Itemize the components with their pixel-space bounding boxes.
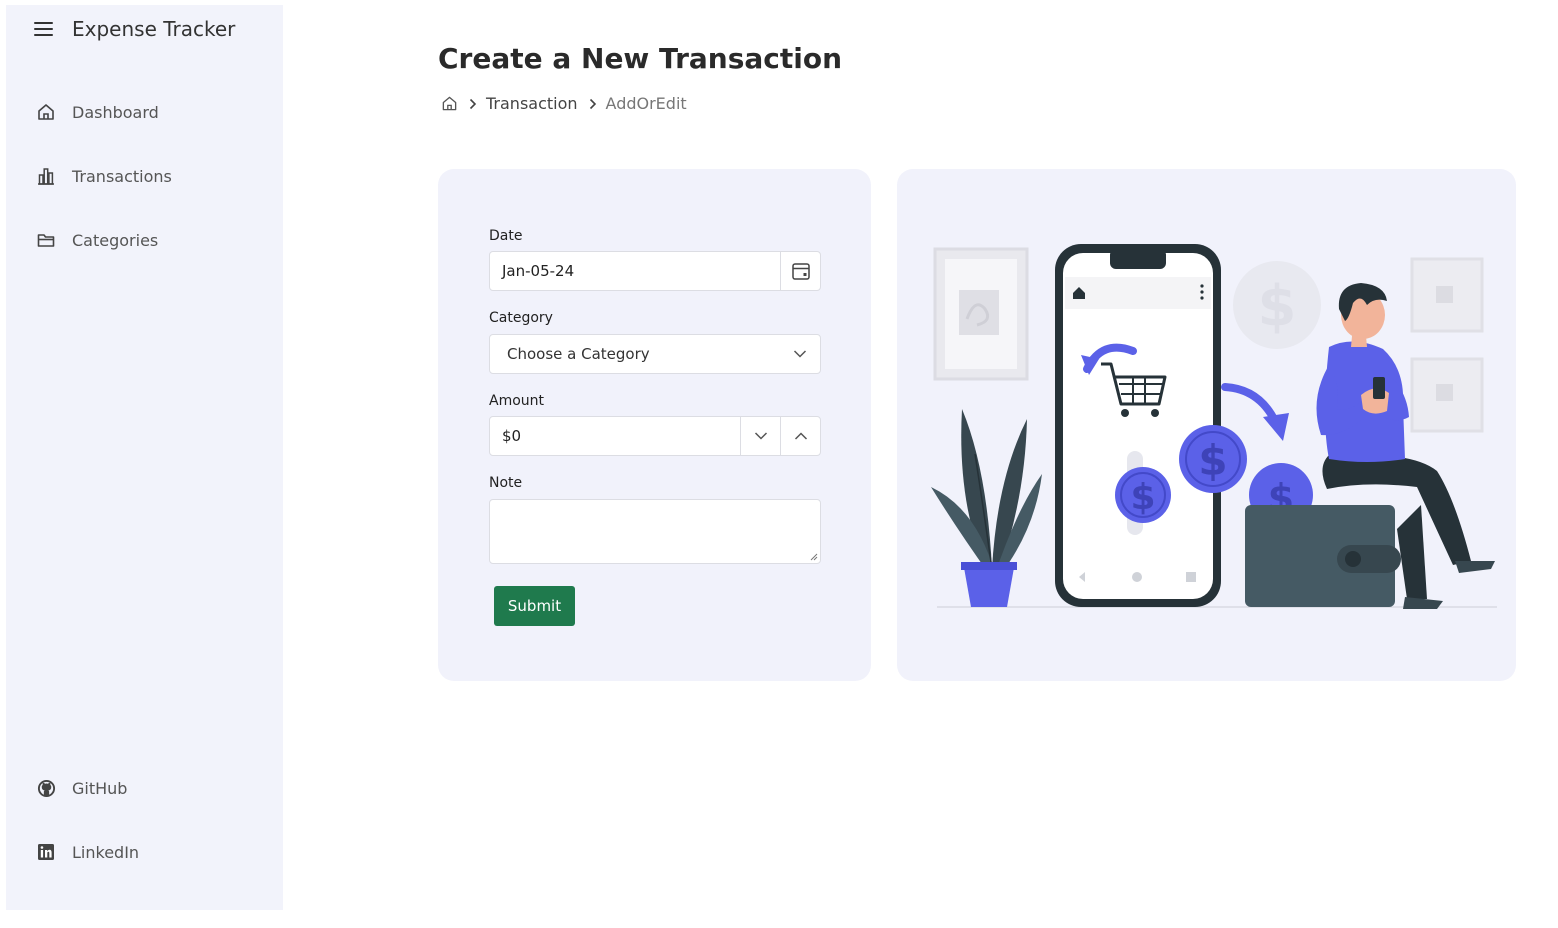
note-textarea[interactable] bbox=[489, 499, 821, 564]
breadcrumb-link-transaction[interactable]: Transaction bbox=[486, 94, 578, 113]
increment-button[interactable] bbox=[780, 417, 820, 455]
wall-frame-right-top bbox=[1410, 257, 1484, 333]
date-label: Date bbox=[489, 228, 523, 244]
coin-small: $ bbox=[1115, 467, 1171, 523]
wallet bbox=[1245, 505, 1401, 607]
sidebar-item-github[interactable]: GitHub bbox=[36, 778, 127, 798]
page-title: Create a New Transaction bbox=[438, 42, 843, 75]
category-select-value[interactable]: Choose a Category bbox=[490, 345, 780, 363]
phone bbox=[1055, 244, 1221, 607]
chevron-down-icon[interactable] bbox=[780, 349, 820, 359]
amount-stepper[interactable]: $0 bbox=[489, 416, 821, 456]
calendar-icon[interactable] bbox=[780, 252, 820, 290]
wall-frame-right-bottom bbox=[1410, 357, 1484, 433]
github-icon bbox=[36, 778, 56, 798]
amount-value[interactable]: $0 bbox=[490, 427, 740, 445]
chevron-up-icon bbox=[794, 432, 807, 440]
chevron-right-icon bbox=[468, 98, 478, 110]
date-value[interactable]: Jan-05-24 bbox=[490, 262, 780, 280]
svg-text:$: $ bbox=[1130, 477, 1155, 518]
wall-frame-left bbox=[933, 247, 1029, 381]
decrement-button[interactable] bbox=[740, 417, 780, 455]
menu-icon[interactable] bbox=[34, 22, 53, 36]
coin-large: $ bbox=[1179, 425, 1247, 493]
breadcrumb-home-icon[interactable] bbox=[441, 95, 458, 112]
sidebar-item-label: LinkedIn bbox=[72, 842, 140, 862]
amount-label: Amount bbox=[489, 393, 545, 409]
sidebar-item-transactions[interactable]: Transactions bbox=[36, 166, 172, 186]
sidebar-item-categories[interactable]: Categories bbox=[36, 230, 158, 250]
sidebar-item-dashboard[interactable]: Dashboard bbox=[36, 102, 159, 122]
resize-handle-icon[interactable] bbox=[809, 552, 818, 561]
linkedin-icon bbox=[36, 842, 56, 862]
sidebar-item-label: GitHub bbox=[72, 778, 128, 798]
svg-text:$: $ bbox=[1198, 436, 1227, 485]
bar-chart-icon bbox=[36, 166, 56, 186]
sidebar-item-label: Dashboard bbox=[72, 102, 159, 122]
category-label: Category bbox=[489, 310, 553, 326]
sidebar-item-linkedin[interactable]: LinkedIn bbox=[36, 842, 139, 862]
background-coin: $ bbox=[1233, 261, 1321, 349]
transaction-form: Date Jan-05-24 Category Choose a Categor… bbox=[438, 169, 871, 681]
plant bbox=[931, 409, 1042, 607]
brand: Expense Tracker bbox=[34, 17, 235, 41]
sidebar: Expense Tracker Dashboard Transactions C… bbox=[6, 5, 283, 910]
breadcrumb-current: AddOrEdit bbox=[605, 94, 687, 113]
svg-text:$: $ bbox=[1258, 274, 1297, 339]
sidebar-item-label: Transactions bbox=[72, 166, 172, 186]
note-label: Note bbox=[489, 475, 523, 491]
shopping-payment-illustration: $ $ $ $ bbox=[931, 244, 1497, 609]
sidebar-item-label: Categories bbox=[72, 230, 159, 250]
app-title: Expense Tracker bbox=[72, 17, 236, 41]
category-select[interactable]: Choose a Category bbox=[489, 334, 821, 374]
chevron-right-icon bbox=[588, 98, 598, 110]
illustration-panel: $ $ $ $ bbox=[897, 169, 1516, 681]
breadcrumb: Transaction AddOrEdit bbox=[441, 94, 687, 113]
submit-button[interactable]: Submit bbox=[494, 586, 575, 626]
folder-icon bbox=[36, 230, 56, 250]
chevron-down-icon bbox=[754, 432, 767, 440]
date-field[interactable]: Jan-05-24 bbox=[489, 251, 821, 291]
home-icon bbox=[36, 102, 56, 122]
